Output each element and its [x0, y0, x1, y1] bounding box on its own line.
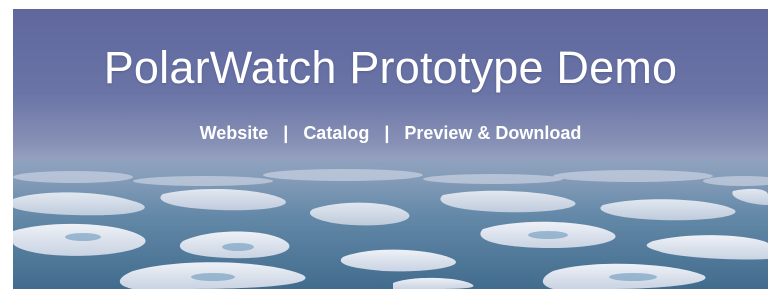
catalog-link[interactable]: Catalog: [303, 123, 369, 143]
page-title: PolarWatch Prototype Demo: [103, 42, 678, 93]
website-link[interactable]: Website: [200, 123, 269, 143]
nav-separator: |: [283, 123, 289, 143]
hero-banner: PolarWatch Prototype Demo Website | Catalo…: [13, 9, 768, 289]
banner-nav-links: Website | Catalog | Preview & Download: [13, 124, 768, 142]
preview-download-link[interactable]: Preview & Download: [404, 123, 581, 143]
nav-separator: |: [384, 123, 390, 143]
